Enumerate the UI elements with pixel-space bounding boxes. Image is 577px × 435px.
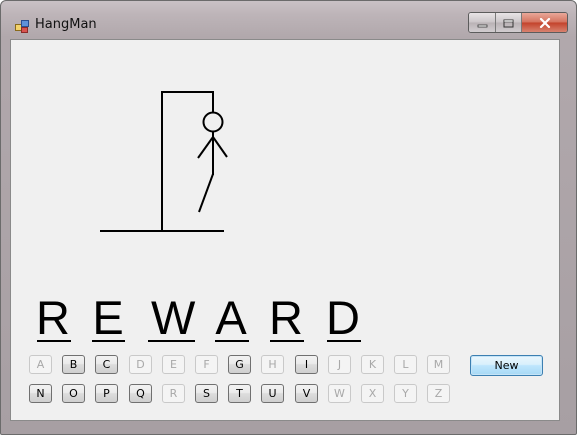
letter-button-z: Z xyxy=(427,384,450,403)
hangman-window: HangMan R E W A R D A B C D E F G H I J … xyxy=(0,0,577,435)
letter-button-r: R xyxy=(162,384,185,403)
word-letter: A xyxy=(215,291,247,344)
letter-underline xyxy=(270,340,304,342)
word-letter: W xyxy=(151,291,196,344)
letter-button-y: Y xyxy=(394,384,417,403)
close-icon xyxy=(539,13,551,32)
caption-buttons xyxy=(468,12,568,33)
letter-underline xyxy=(148,340,195,342)
letter-button-u[interactable]: U xyxy=(261,384,284,403)
letter-button-g[interactable]: G xyxy=(228,355,251,374)
letter-underline xyxy=(327,340,361,342)
letter-button-o[interactable]: O xyxy=(62,384,85,403)
letter-button-p[interactable]: P xyxy=(95,384,118,403)
letter-button-l: L xyxy=(394,355,417,374)
letter-button-k: K xyxy=(361,355,384,374)
letter-button-h: H xyxy=(261,355,284,374)
minimize-button[interactable] xyxy=(469,13,496,32)
letter-button-d: D xyxy=(129,355,152,374)
game-area: R E W A R D ABCDEFGHIJKLMNOPQRSTUVWXYZ N… xyxy=(10,39,560,421)
letter-button-q[interactable]: Q xyxy=(129,384,152,403)
word-letter: E xyxy=(92,291,124,344)
letter-button-f: F xyxy=(195,355,218,374)
letter-button-s[interactable]: S xyxy=(195,384,218,403)
letter-underline xyxy=(37,340,71,342)
word-letter: R xyxy=(36,291,70,344)
title-bar[interactable]: HangMan xyxy=(1,1,576,39)
window-title: HangMan xyxy=(35,17,97,32)
maximize-button[interactable] xyxy=(496,13,522,32)
word-display: R E W A R D xyxy=(11,40,561,360)
close-button[interactable] xyxy=(522,13,567,32)
letter-underline xyxy=(215,340,249,342)
letter-button-x: X xyxy=(361,384,384,403)
letter-button-i[interactable]: I xyxy=(295,355,318,374)
letter-button-t[interactable]: T xyxy=(228,384,251,403)
letter-button-n[interactable]: N xyxy=(29,384,52,403)
letter-button-b[interactable]: B xyxy=(62,355,85,374)
letter-button-a: A xyxy=(29,355,52,374)
letter-underline xyxy=(92,340,125,342)
word-letter: R xyxy=(269,291,303,344)
app-window-icon xyxy=(15,18,29,33)
letter-button-e: E xyxy=(162,355,185,374)
letter-button-j: J xyxy=(328,355,351,374)
letter-button-w: W xyxy=(328,384,351,403)
letter-button-v[interactable]: V xyxy=(295,384,318,403)
maximize-icon xyxy=(503,13,514,32)
letter-button-c[interactable]: C xyxy=(95,355,118,374)
new-game-button[interactable]: New xyxy=(470,355,543,376)
minimize-icon xyxy=(477,13,488,32)
word-letter: D xyxy=(326,291,360,344)
letter-button-m: M xyxy=(427,355,450,374)
